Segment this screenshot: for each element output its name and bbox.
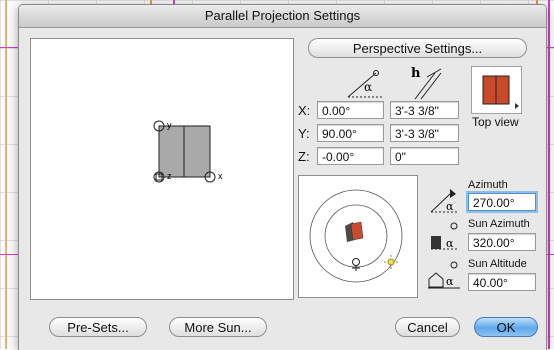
parallel-projection-dialog: Parallel Projection Settings y z x Persp… xyxy=(18,4,547,350)
x-axis-label: x xyxy=(218,171,223,181)
x-label: X: xyxy=(298,103,311,118)
z-offset-field[interactable]: 0" xyxy=(390,147,459,165)
cancel-button[interactable]: Cancel xyxy=(395,317,460,337)
z-label: Z: xyxy=(298,149,310,164)
azimuth-icon: α xyxy=(430,189,458,213)
z-angle-field[interactable]: -0.00° xyxy=(317,147,384,165)
height-icon: h xyxy=(411,66,442,100)
perspective-settings-button[interactable]: Perspective Settings... xyxy=(308,38,527,58)
sun-orbit-graphic xyxy=(309,189,403,283)
sun-azimuth-field[interactable]: 320.00° xyxy=(468,233,536,251)
x-angle-field[interactable]: 0.00° xyxy=(317,101,384,119)
sun-azimuth-icon: α xyxy=(431,222,459,250)
y-angle-field[interactable]: 90.00° xyxy=(317,124,384,142)
angle-symbol: α xyxy=(364,80,372,94)
projection-preview[interactable]: y z x xyxy=(30,38,294,300)
azimuth-field[interactable]: 270.00° xyxy=(468,193,536,211)
sun-azimuth-angle-symbol: α xyxy=(446,237,454,250)
azimuth-angle-symbol: α xyxy=(446,200,454,213)
top-view-icon xyxy=(482,75,519,109)
sun-altitude-field[interactable]: 40.00° xyxy=(468,273,536,291)
building-model xyxy=(350,221,364,241)
sun-altitude-icon: α xyxy=(428,261,460,289)
popup-arrow-icon xyxy=(515,103,519,109)
sun-icon[interactable] xyxy=(387,258,395,266)
sun-position-panel[interactable] xyxy=(298,175,418,298)
ok-button[interactable]: OK xyxy=(474,317,538,337)
guide-line xyxy=(548,0,550,349)
preview-graphic: y z x xyxy=(153,120,223,183)
height-symbol: h xyxy=(411,66,421,81)
z-axis-label: z xyxy=(167,171,172,181)
sun-azimuth-label: Sun Azimuth xyxy=(468,218,530,230)
view-label: Top view xyxy=(472,115,519,129)
y-axis-label: y xyxy=(167,120,172,130)
more-sun-button[interactable]: More Sun... xyxy=(169,317,267,337)
azimuth-label: Azimuth xyxy=(468,179,508,191)
x-offset-field[interactable]: 3'-3 3/8" xyxy=(390,101,459,119)
viewer-icon[interactable] xyxy=(352,258,360,266)
y-offset-field[interactable]: 3'-3 3/8" xyxy=(390,124,459,142)
angle-icon: α xyxy=(347,70,384,98)
presets-button[interactable]: Pre-Sets... xyxy=(49,317,147,337)
sun-altitude-label: Sun Altitude xyxy=(468,258,527,270)
sun-altitude-angle-symbol: α xyxy=(446,275,454,288)
guide-line xyxy=(5,0,7,349)
y-label: Y: xyxy=(298,126,310,141)
dialog-title: Parallel Projection Settings xyxy=(19,5,546,28)
view-type-popup[interactable] xyxy=(471,66,522,114)
